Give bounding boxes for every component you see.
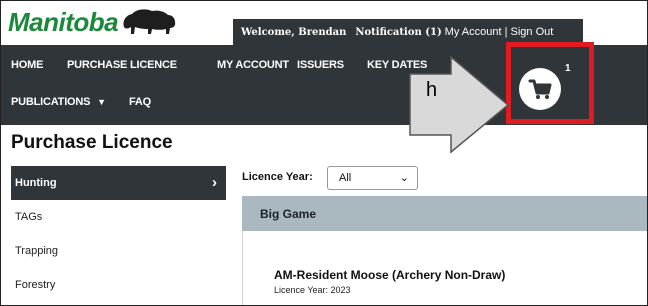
- sidebar-item-label: Trapping: [15, 245, 59, 257]
- section-header-big-game[interactable]: Big Game: [242, 196, 647, 231]
- manitoba-logo[interactable]: Manitoba: [8, 7, 178, 37]
- sidebar-item-label: TAGs: [15, 211, 43, 223]
- licence-title[interactable]: AM-Resident Moose (Archery Non-Draw): [274, 268, 505, 282]
- welcome-text: Welcome, Brendan: [241, 26, 347, 38]
- licence-year-value: All: [339, 172, 352, 184]
- annotation-arrow: [409, 56, 510, 154]
- nav-home[interactable]: HOME: [11, 59, 43, 71]
- browser-viewport: Manitoba Welcome, Brendan Notification (…: [0, 0, 648, 306]
- nav-publications-label: PUBLICATIONS: [11, 96, 91, 108]
- chevron-right-icon: ›: [212, 174, 217, 191]
- nav-publications[interactable]: PUBLICATIONS ▼: [11, 96, 106, 108]
- nav-my-account[interactable]: MY ACCOUNT: [217, 59, 289, 71]
- page-title: Purchase Licence: [11, 132, 173, 153]
- caret-down-icon: ▼: [97, 97, 106, 107]
- nav-issuers[interactable]: ISSUERS: [297, 59, 344, 71]
- bison-icon: [123, 9, 176, 34]
- account-links[interactable]: My Account | Sign Out: [445, 26, 554, 38]
- sidebar-item-forestry[interactable]: Forestry: [11, 268, 226, 302]
- category-sidebar: Hunting › TAGs Trapping Forestry: [11, 166, 226, 302]
- licence-year-select[interactable]: All ⌄: [327, 166, 418, 190]
- licence-year-label: Licence Year:: [242, 171, 313, 183]
- licence-year-text: Licence Year: 2023: [274, 285, 351, 295]
- chevron-down-icon: ⌄: [399, 172, 409, 184]
- annotation-letter: h: [426, 79, 438, 101]
- sidebar-item-hunting[interactable]: Hunting ›: [11, 166, 226, 200]
- cart-highlight-box: [506, 42, 594, 124]
- sidebar-item-tags[interactable]: TAGs: [11, 200, 226, 234]
- sidebar-item-label: Hunting: [15, 177, 57, 189]
- nav-purchase-licence[interactable]: PURCHASE LICENCE: [67, 59, 177, 71]
- licence-card[interactable]: AM-Resident Moose (Archery Non-Draw) Lic…: [242, 231, 647, 305]
- sidebar-item-trapping[interactable]: Trapping: [11, 234, 226, 268]
- notification-link[interactable]: Notification (1): [355, 27, 441, 38]
- logo-text: Manitoba: [8, 6, 119, 37]
- nav-faq[interactable]: FAQ: [129, 96, 151, 108]
- sidebar-item-label: Forestry: [15, 279, 56, 291]
